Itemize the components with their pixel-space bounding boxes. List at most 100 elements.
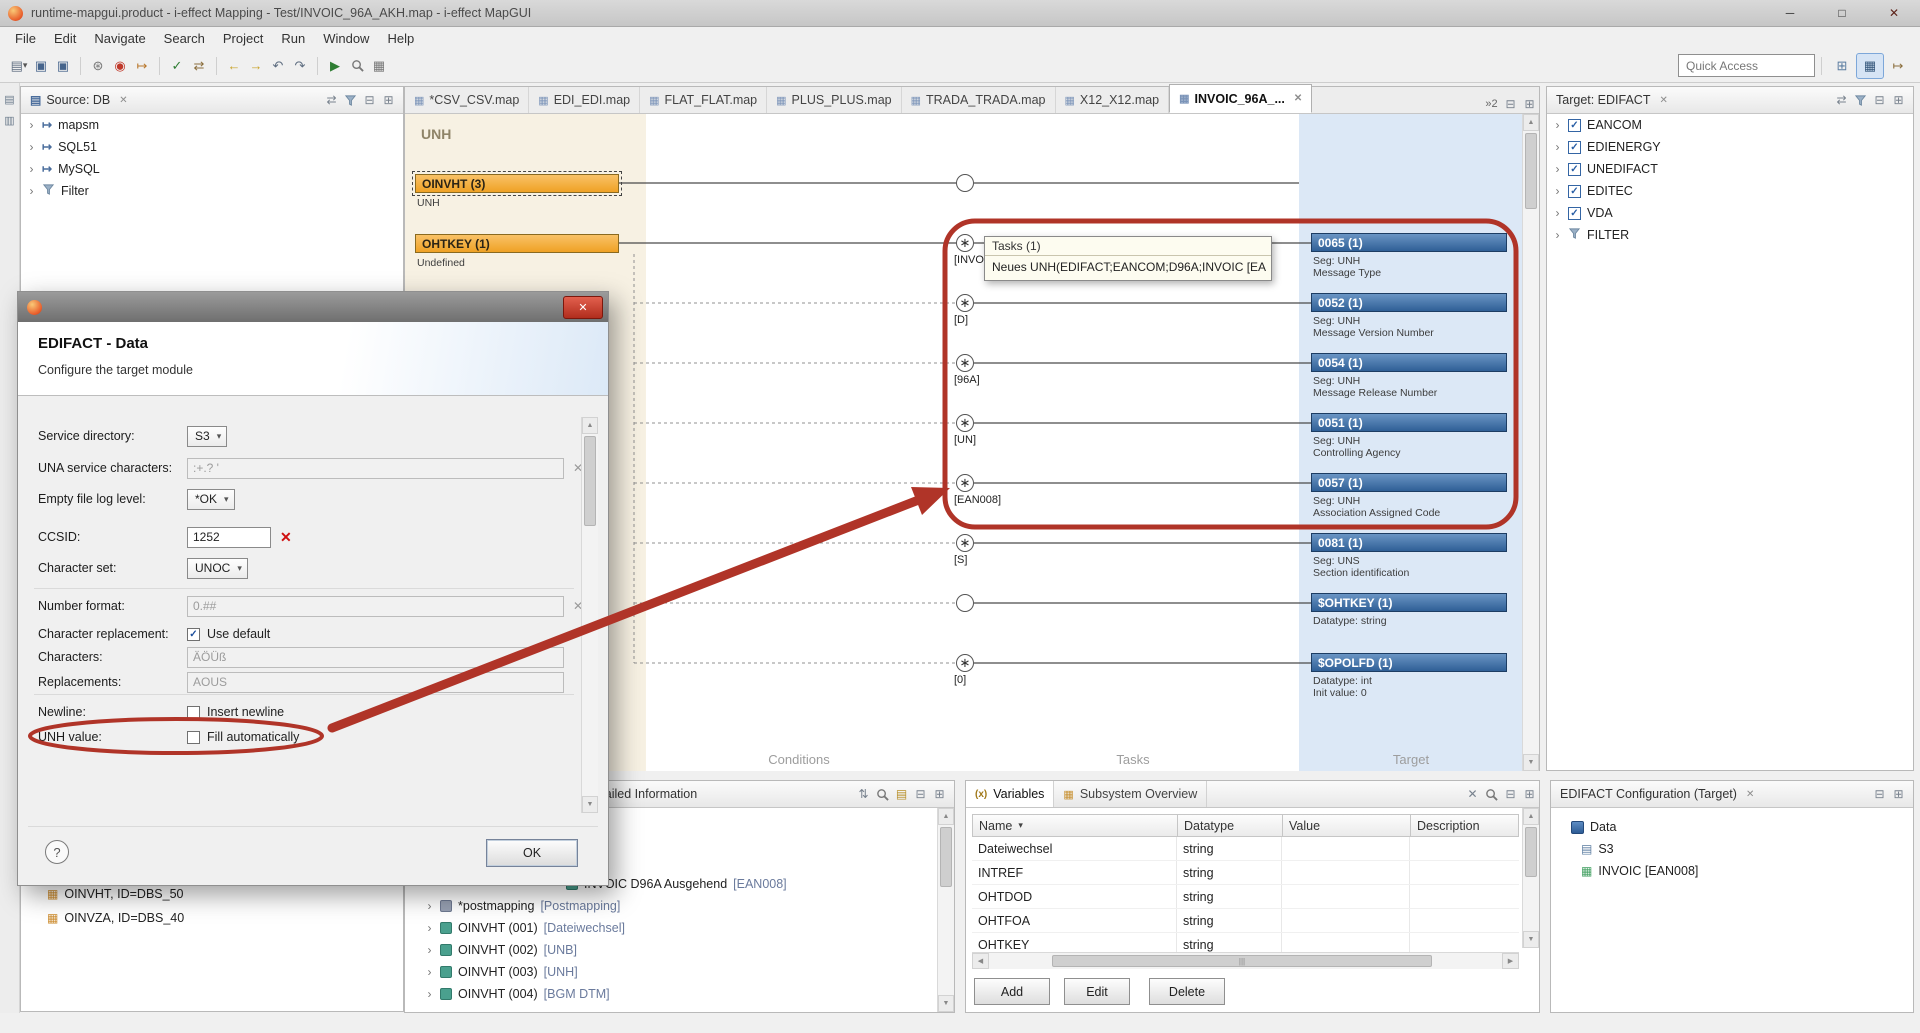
clear-icon[interactable]: ✕ <box>1463 785 1482 804</box>
checkbox-checked[interactable]: ✓ <box>1568 119 1581 132</box>
detail-row-oinvht-002[interactable]: › OINVHT (002) [UNB] <box>419 939 577 961</box>
expand-icon[interactable]: › <box>27 140 36 154</box>
config-view-title[interactable]: EDIFACT Configuration (Target) ✕ <box>1556 787 1758 801</box>
scroll-up-icon[interactable]: ▲ <box>1523 114 1539 131</box>
tab-flat-flat-map[interactable]: ▦FLAT_FLAT.map <box>640 87 767 113</box>
task-node[interactable]: ∗ <box>956 294 974 312</box>
minimize-editor-icon[interactable]: ⊟ <box>1501 94 1520 113</box>
una-service-characters-input[interactable] <box>187 458 564 479</box>
task-node[interactable]: ∗ <box>956 534 974 552</box>
tab-variables[interactable]: (x) Variables <box>966 781 1054 807</box>
window-maximize-button[interactable]: □ <box>1816 0 1868 26</box>
variables-vertical-scrollbar[interactable]: ▲ ▼ <box>1522 808 1539 948</box>
tab-subsystem-overview[interactable]: ▦ Subsystem Overview <box>1054 781 1207 807</box>
undo-button[interactable]: ↶ <box>268 56 288 76</box>
minimize-view-icon[interactable]: ⊟ <box>1870 91 1889 110</box>
scrollbar-thumb[interactable] <box>584 436 596 526</box>
scroll-left-icon[interactable]: ◀ <box>972 953 989 969</box>
run-configuration-icon[interactable]: ◉ <box>110 56 130 76</box>
filter-icon[interactable] <box>341 91 360 110</box>
checkbox-checked[interactable]: ✓ <box>1568 163 1581 176</box>
close-view-icon[interactable]: ✕ <box>1746 789 1754 800</box>
expand-icon[interactable]: › <box>27 162 36 176</box>
variable-row[interactable]: OHTDOD string <box>972 885 1519 909</box>
expand-icon[interactable]: › <box>425 899 434 913</box>
scroll-right-icon[interactable]: ▶ <box>1502 953 1519 969</box>
search-icon-button[interactable] <box>1482 785 1501 804</box>
minimize-view-icon[interactable]: ⊟ <box>911 785 930 804</box>
scroll-up-icon[interactable]: ▲ <box>582 417 598 434</box>
column-name[interactable]: Name▾ <box>973 815 1178 836</box>
service-directory-select[interactable]: S3▾ <box>187 426 227 447</box>
column-value[interactable]: Value <box>1283 815 1411 836</box>
maximize-view-icon[interactable]: ⊞ <box>1520 785 1539 804</box>
menu-file[interactable]: File <box>6 29 45 48</box>
variable-row[interactable]: OHTFOA string <box>972 909 1519 933</box>
source-view-title[interactable]: ▤ Source: DB ✕ <box>26 93 132 107</box>
menu-search[interactable]: Search <box>155 29 214 48</box>
tab-edi-edi-map[interactable]: ▦EDI_EDI.map <box>529 87 640 113</box>
target-item-unedifact[interactable]: › ✓ UNEDIFACT <box>1547 158 1913 180</box>
minimize-view-icon[interactable]: ⊟ <box>1870 785 1889 804</box>
expand-icon[interactable]: › <box>1553 162 1562 176</box>
config-item-s3[interactable]: ▤ S3 <box>1551 838 1913 860</box>
expand-icon[interactable]: › <box>1553 140 1562 154</box>
scroll-down-icon[interactable]: ▼ <box>938 995 954 1012</box>
use-default-checkbox[interactable]: ✓ <box>187 628 200 641</box>
close-view-icon[interactable]: ✕ <box>1659 95 1667 106</box>
detail-row-postmapping[interactable]: › *postmapping [Postmapping] <box>419 895 620 917</box>
number-format-input[interactable] <box>187 596 564 617</box>
expand-icon[interactable]: › <box>1553 118 1562 132</box>
detail-vertical-scrollbar[interactable]: ▲ ▼ <box>937 808 954 1012</box>
expand-icon[interactable]: › <box>425 921 434 935</box>
target-node-0051[interactable]: 0051 (1) <box>1311 413 1507 432</box>
save-all-button[interactable]: ▣ <box>53 56 73 76</box>
task-node[interactable] <box>956 594 974 612</box>
expand-icon[interactable]: › <box>425 987 434 1001</box>
source-node-oinvht[interactable]: OINVHT (3) <box>415 174 619 193</box>
redo-button[interactable]: ↷ <box>290 56 310 76</box>
run-button[interactable]: ▶ <box>325 56 345 76</box>
ccsid-input[interactable] <box>187 527 271 548</box>
link-editor-icon[interactable]: ⇄ <box>1832 91 1851 110</box>
target-item-eancom[interactable]: › ✓ EANCOM <box>1547 114 1913 136</box>
variable-row[interactable]: INTREF string <box>972 861 1519 885</box>
expand-icon[interactable]: › <box>27 184 36 198</box>
scroll-up-icon[interactable]: ▲ <box>938 808 954 825</box>
menu-edit[interactable]: Edit <box>45 29 85 48</box>
column-description[interactable]: Description <box>1411 815 1518 836</box>
search-edit-icon[interactable] <box>873 785 892 804</box>
target-node-0054[interactable]: 0054 (1) <box>1311 353 1507 372</box>
expand-icon[interactable]: › <box>1553 228 1562 242</box>
filter-icon[interactable] <box>1851 91 1870 110</box>
target-node-opolfd[interactable]: $OPOLFD (1) <box>1311 653 1507 672</box>
scroll-up-icon[interactable]: ▲ <box>1523 808 1539 825</box>
target-view-title[interactable]: Target: EDIFACT ✕ <box>1552 93 1672 107</box>
scroll-down-icon[interactable]: ▼ <box>1523 931 1539 948</box>
checkbox-checked[interactable]: ✓ <box>1568 141 1581 154</box>
menu-run[interactable]: Run <box>272 29 314 48</box>
menu-help[interactable]: Help <box>378 29 423 48</box>
menu-project[interactable]: Project <box>214 29 272 48</box>
expand-icon[interactable]: › <box>425 965 434 979</box>
source-item-mysql[interactable]: › ↦ MySQL <box>21 158 403 180</box>
maximize-view-icon[interactable]: ⊞ <box>379 91 398 110</box>
window-close-button[interactable]: ✕ <box>1868 0 1920 26</box>
menu-navigate[interactable]: Navigate <box>85 29 154 48</box>
mapping-perspective-button[interactable]: ▦ <box>1856 53 1884 79</box>
source-item-mapsm[interactable]: › ↦ mapsm <box>21 114 403 136</box>
task-node[interactable]: ∗ <box>956 474 974 492</box>
source-item-oinvht-table[interactable]: ▦ OINVHT, ID=DBS_50 <box>41 883 183 905</box>
config-item-data[interactable]: Data <box>1551 816 1913 838</box>
task-node[interactable]: ∗ <box>956 234 974 252</box>
target-node-0065[interactable]: 0065 (1) <box>1311 233 1507 252</box>
minimize-view-icon[interactable]: ⊟ <box>1501 785 1520 804</box>
back-button[interactable]: ← <box>224 56 244 76</box>
maximize-editor-icon[interactable]: ⊞ <box>1520 94 1539 113</box>
quick-access-input[interactable]: Quick Access <box>1678 54 1815 77</box>
add-variable-button[interactable]: Add <box>974 978 1050 1005</box>
fill-automatically-checkbox[interactable] <box>187 731 200 744</box>
edit-variable-button[interactable]: Edit <box>1064 978 1130 1005</box>
secondary-perspective-button[interactable]: ↦ <box>1884 53 1912 79</box>
expand-icon[interactable]: › <box>1553 184 1562 198</box>
